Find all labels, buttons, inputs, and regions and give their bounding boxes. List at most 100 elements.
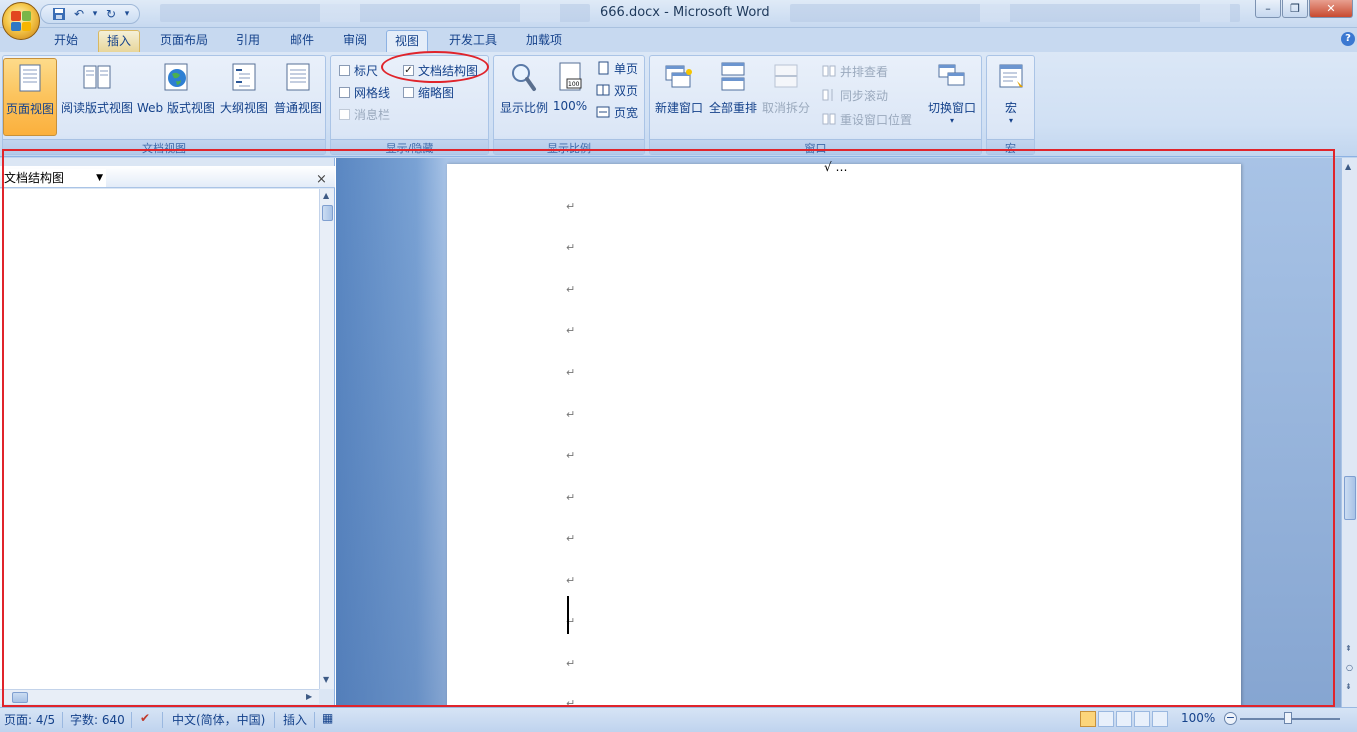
scroll-up-icon[interactable]: ▲ <box>1345 162 1351 171</box>
thumbnails-checkbox[interactable]: 缩略图 <box>403 82 454 102</box>
undo-dropdown-icon[interactable]: ▾ <box>91 9 99 19</box>
remove-split-label: 取消拆分 <box>761 101 810 115</box>
ruler-label: 标尺 <box>354 63 379 78</box>
page-count[interactable]: 页面: 4/5 <box>4 711 55 728</box>
outline-view-icon[interactable] <box>1134 711 1150 727</box>
document-scroll-thumb[interactable] <box>1344 476 1356 520</box>
zoom-100-button[interactable]: 100 100% <box>551 58 589 136</box>
minimize-button[interactable]: – <box>1255 0 1281 18</box>
restore-button[interactable]: ❐ <box>1282 0 1308 18</box>
status-divider <box>314 712 315 728</box>
gridlines-label: 网格线 <box>354 85 391 100</box>
tab-review[interactable]: 审阅 <box>335 30 375 52</box>
reset-position-icon <box>822 113 836 125</box>
outline-icon <box>232 63 256 91</box>
reset-window-position-button: 重设窗口位置 <box>822 109 912 129</box>
select-browse-object-icon[interactable]: ○ <box>1346 663 1353 672</box>
thumbnails-check[interactable] <box>403 86 414 98</box>
zoom-slider-thumb[interactable] <box>1284 712 1292 724</box>
status-divider <box>131 712 132 728</box>
language[interactable]: 中文(简体，中国) <box>172 711 265 728</box>
outline-button[interactable]: 大纲视图 <box>217 58 271 136</box>
ribbon: 页面视图 阅读版式视图 Web 版式视图 大纲视图 普通视图 文档视图 标尺 网… <box>0 52 1357 157</box>
annotation-ellipse <box>381 51 489 83</box>
close-button[interactable]: ✕ <box>1309 0 1353 18</box>
page-width-label: 页宽 <box>614 105 639 120</box>
office-logo-icon <box>11 11 31 31</box>
tab-home[interactable]: 开始 <box>46 30 86 52</box>
thumbnails-label: 缩略图 <box>418 85 455 100</box>
save-icon[interactable] <box>51 6 67 22</box>
zoom-button[interactable]: 显示比例 <box>497 58 551 136</box>
print-layout-label: 页面视图 <box>5 102 54 116</box>
web-layout-globe-icon <box>164 63 188 91</box>
next-page-icon[interactable]: ⇟ <box>1345 682 1352 691</box>
status-divider <box>274 712 275 728</box>
draft-icon <box>286 63 310 91</box>
draft-button[interactable]: 普通视图 <box>271 58 325 136</box>
window-title: 666.docx - Microsoft Word <box>600 5 770 20</box>
tab-references[interactable]: 引用 <box>228 30 268 52</box>
synchronous-scrolling-button: 同步滚动 <box>822 85 888 105</box>
sync-scroll-icon <box>822 89 833 101</box>
reading-view-icon[interactable] <box>1098 711 1114 727</box>
web-layout-button[interactable]: Web 版式视图 <box>136 58 216 136</box>
tab-mailings[interactable]: 邮件 <box>282 30 322 52</box>
group-macros: 宏 ▾ 宏 <box>986 55 1035 155</box>
document-vertical-scrollbar[interactable]: ▲ ⇞ ○ ⇟ <box>1341 158 1357 707</box>
ruler-check[interactable] <box>339 64 350 76</box>
help-icon[interactable]: ? <box>1341 32 1355 46</box>
switch-windows-button[interactable]: 切换窗口 ▾ <box>924 58 980 136</box>
zoom-100-label: 100% <box>552 99 588 113</box>
redo-icon[interactable]: ↻ <box>103 6 119 22</box>
gridlines-checkbox[interactable]: 网格线 <box>339 82 390 102</box>
status-divider <box>62 712 63 728</box>
arrange-all-label: 全部重排 <box>708 101 757 115</box>
previous-page-icon[interactable]: ⇞ <box>1345 644 1352 653</box>
ruler-checkbox[interactable]: 标尺 <box>339 60 378 80</box>
macro-record-icon[interactable]: ▦ <box>322 711 333 725</box>
print-layout-view-icon[interactable] <box>1080 711 1096 727</box>
print-layout-icon <box>19 64 41 92</box>
switch-windows-label: 切换窗口 <box>927 101 976 115</box>
one-page-button[interactable]: 单页 <box>596 58 638 78</box>
macros-dropdown-icon: ▾ <box>1008 116 1013 125</box>
web-view-icon[interactable] <box>1116 711 1132 727</box>
draft-view-icon[interactable] <box>1152 711 1168 727</box>
full-screen-reading-button[interactable]: 阅读版式视图 <box>59 58 135 136</box>
view-shortcuts <box>1080 711 1168 727</box>
customize-qat-icon[interactable]: ▾ <box>123 9 131 19</box>
message-bar-checkbox: 消息栏 <box>339 104 390 124</box>
tab-page-layout[interactable]: 页面布局 <box>152 30 216 52</box>
tab-view[interactable]: 视图 <box>386 30 429 52</box>
proofing-icon[interactable]: ✔ <box>140 711 150 725</box>
gridlines-check[interactable] <box>339 86 350 98</box>
tab-developer[interactable]: 开发工具 <box>441 30 505 52</box>
tab-add-ins[interactable]: 加载项 <box>518 30 570 52</box>
window-controls: – ❐ ✕ <box>1255 0 1353 18</box>
two-pages-icon <box>596 84 610 96</box>
new-window-icon <box>665 65 692 88</box>
group-window: 新建窗口 全部重排 取消拆分 并排查看 同步滚动 重设窗口位置 切换窗口 ▾ 窗… <box>649 55 982 155</box>
undo-icon[interactable]: ↶ <box>71 6 87 22</box>
new-window-button[interactable]: 新建窗口 <box>652 58 706 136</box>
tab-insert[interactable]: 插入 <box>98 30 141 52</box>
word-count[interactable]: 字数: 640 <box>70 711 125 728</box>
group-document-views: 页面视图 阅读版式视图 Web 版式视图 大纲视图 普通视图 文档视图 <box>2 55 326 155</box>
annotation-rectangle <box>2 149 1335 707</box>
message-bar-check <box>339 108 350 120</box>
zoom-level[interactable]: 100% <box>1181 711 1215 725</box>
macros-button[interactable]: 宏 ▾ <box>991 58 1031 136</box>
zoom-out-icon[interactable]: − <box>1224 712 1237 725</box>
macros-label: 宏 <box>1004 101 1017 115</box>
two-pages-button[interactable]: 双页 <box>596 80 638 100</box>
message-bar-label: 消息栏 <box>354 107 391 122</box>
background-window-tabs <box>160 4 590 22</box>
insert-mode[interactable]: 插入 <box>283 711 307 728</box>
arrange-all-button[interactable]: 全部重排 <box>707 58 759 136</box>
office-button[interactable] <box>2 2 40 40</box>
view-side-by-side-button: 并排查看 <box>822 61 888 81</box>
page-width-button[interactable]: 页宽 <box>596 102 638 122</box>
print-layout-button[interactable]: 页面视图 <box>3 58 57 136</box>
side-by-side-label: 并排查看 <box>840 64 889 79</box>
